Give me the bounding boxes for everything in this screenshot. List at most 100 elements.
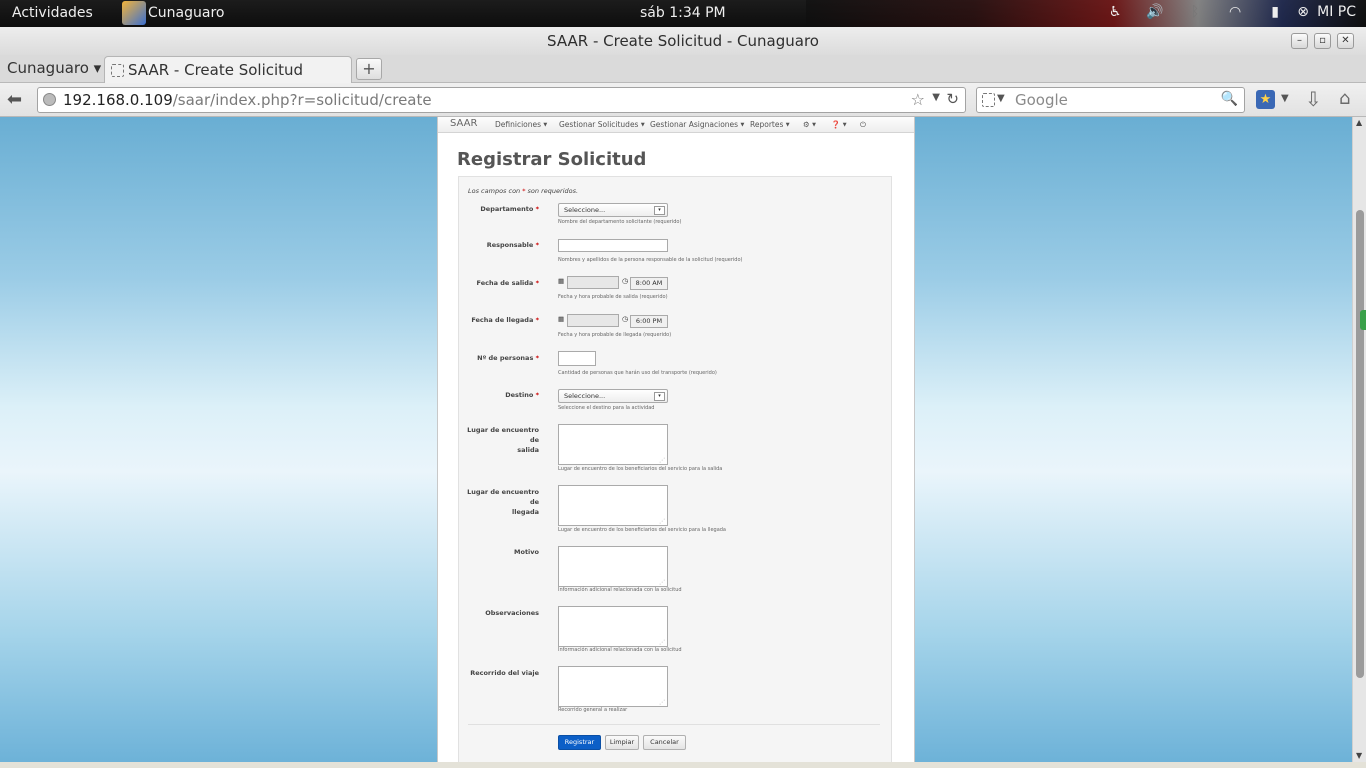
accessibility-icon[interactable]: ♿ [1095, 4, 1135, 20]
encuentro-llegada-textarea[interactable]: ⋰ [558, 485, 668, 526]
search-icon[interactable]: 🔍 [1221, 91, 1238, 107]
fecha-llegada-time-input[interactable]: 6:00 PM [630, 315, 668, 328]
bookmarks-icon[interactable]: ★ [1256, 90, 1275, 109]
destino-hint: Seleccione el destino para la actividad [558, 405, 655, 411]
search-bar[interactable]: ▼ 🔍 [976, 87, 1245, 113]
motivo-hint: Información adicional relacionada con la… [558, 587, 682, 593]
user-menu[interactable]: MI PC [1317, 4, 1356, 20]
responsable-label: Responsable * [459, 240, 539, 250]
search-engine-icon[interactable] [982, 93, 995, 107]
label-text: Destino [505, 391, 534, 399]
volume-icon[interactable]: 🔊 [1135, 4, 1175, 20]
help-icon: ❓ [831, 120, 841, 129]
nav-gestionar-asignaciones[interactable]: Gestionar Asignaciones ▼ [650, 120, 744, 129]
brand-link[interactable]: SAAR [450, 118, 477, 129]
minimize-icon[interactable]: – [1291, 33, 1308, 49]
page-favicon-icon [111, 64, 124, 77]
reload-icon[interactable]: ↻ [946, 90, 959, 108]
chevron-down-icon[interactable]: ▼ [1281, 93, 1289, 104]
chevron-down-icon[interactable]: ▼ [997, 93, 1005, 104]
label-text: Lugar de encuentro de [467, 426, 539, 444]
resize-grip-icon[interactable]: ⋰ [659, 579, 665, 586]
download-arrow-icon[interactable]: ⇩ [1305, 87, 1322, 111]
home-icon[interactable]: ⌂ [1339, 88, 1350, 109]
history-dropdown-icon[interactable]: ▼ [932, 92, 940, 103]
motivo-textarea[interactable]: ⋰ [558, 546, 668, 587]
nav-logout[interactable]: ⏻ [860, 120, 866, 130]
scroll-thumb[interactable] [1356, 210, 1364, 678]
clock[interactable]: sáb 1:34 PM [640, 5, 726, 21]
bluetooth-icon[interactable]: ᛒ [1175, 4, 1215, 20]
form-divider [468, 724, 880, 725]
calendar-icon[interactable]: ▦ [558, 277, 564, 285]
activities-button[interactable]: Actividades [12, 5, 93, 21]
tab-group-button[interactable]: Cunaguaro ▾ [7, 59, 101, 77]
resize-grip-icon[interactable]: ⋰ [659, 699, 665, 706]
registrar-button[interactable]: Registrar [558, 735, 601, 750]
cancelar-button[interactable]: Cancelar [643, 735, 686, 750]
select-value: Seleccione... [564, 206, 606, 214]
maximize-icon[interactable]: ▫ [1314, 33, 1331, 49]
clock-icon[interactable]: ◷ [622, 315, 628, 323]
fecha-salida-time-input[interactable]: 8:00 AM [630, 277, 668, 290]
num-personas-input[interactable] [558, 351, 596, 366]
cunaguaro-app-icon[interactable] [122, 1, 146, 25]
search-input[interactable] [1013, 90, 1217, 110]
app-menu[interactable]: Cunaguaro [148, 5, 224, 21]
calendar-icon[interactable]: ▦ [558, 315, 564, 323]
label-text: Nº de personas [477, 354, 534, 362]
nav-label: Gestionar Asignaciones [650, 120, 739, 129]
required-mark: * [535, 279, 539, 287]
caret-icon: ▼ [785, 122, 790, 128]
bookmark-star-icon[interactable]: ☆ [911, 90, 925, 109]
side-panel-tab[interactable] [1360, 310, 1366, 330]
nav-settings[interactable]: ⚙ ▼ [803, 120, 816, 129]
page-scrollbar[interactable]: ▲ ▼ [1352, 117, 1366, 762]
tab-saar-create[interactable]: SAAR - Create Solicitud [104, 56, 352, 83]
scroll-up-icon[interactable]: ▲ [1356, 118, 1362, 127]
label-text: Lugar de encuentro de [467, 488, 539, 506]
resize-grip-icon[interactable]: ⋰ [659, 518, 665, 525]
nav-label: Gestionar Solicitudes [559, 120, 639, 129]
recorrido-textarea[interactable]: ⋰ [558, 666, 668, 707]
departamento-select[interactable]: Seleccione... ▾ [558, 203, 668, 217]
fecha-llegada-label: Fecha de llegada * [459, 315, 539, 325]
fecha-salida-date-input[interactable] [567, 276, 619, 289]
clock-icon[interactable]: ◷ [622, 277, 628, 285]
scroll-down-icon[interactable]: ▼ [1356, 751, 1362, 760]
page-viewport: SAAR Definiciones ▼ Gestionar Solicitude… [0, 117, 1352, 762]
required-note-text: son requeridos. [525, 187, 579, 195]
resize-grip-icon[interactable]: ⋰ [659, 457, 665, 464]
observaciones-label: Observaciones [485, 609, 539, 617]
nav-reportes[interactable]: Reportes ▼ [750, 120, 790, 129]
observaciones-textarea[interactable]: ⋰ [558, 606, 668, 647]
window-title: SAAR - Create Solicitud - Cunaguaro [547, 32, 819, 50]
num-personas-label: Nº de personas * [459, 353, 539, 363]
destino-select[interactable]: Seleccione... ▾ [558, 389, 668, 403]
url-text[interactable]: 192.168.0.109/saar/index.php?r=solicitud… [63, 91, 432, 109]
limpiar-button[interactable]: Limpiar [605, 735, 639, 750]
required-note: Los campos con * son requeridos. [468, 187, 578, 195]
resize-grip-icon[interactable]: ⋰ [659, 639, 665, 646]
url-path: /saar/index.php?r=solicitud/create [172, 91, 432, 109]
required-mark: * [535, 391, 539, 399]
tab-label: SAAR - Create Solicitud [128, 61, 304, 79]
nav-gestionar-solicitudes[interactable]: Gestionar Solicitudes ▼ [559, 120, 645, 129]
nav-help[interactable]: ❓ ▼ [831, 120, 847, 129]
nav-definiciones[interactable]: Definiciones ▼ [495, 120, 547, 129]
caret-icon: ▼ [543, 122, 548, 128]
responsable-input[interactable] [558, 239, 668, 252]
new-tab-button[interactable]: + [356, 58, 382, 80]
url-bar[interactable]: 192.168.0.109/saar/index.php?r=solicitud… [37, 87, 966, 113]
back-arrow-icon[interactable]: ⬅ [7, 89, 22, 110]
close-icon[interactable]: ✕ [1337, 33, 1354, 49]
battery-icon[interactable]: ▮ [1255, 4, 1295, 20]
fecha-llegada-date-input[interactable] [567, 314, 619, 327]
required-mark: * [535, 354, 539, 362]
nav-label: Definiciones [495, 120, 542, 129]
wifi-icon[interactable]: ◠ [1215, 4, 1255, 20]
site-identity-icon[interactable] [43, 93, 56, 106]
user-icon[interactable]: ⊗ [1295, 4, 1311, 20]
encuentro-salida-textarea[interactable]: ⋰ [558, 424, 668, 465]
required-mark: * [535, 316, 539, 324]
